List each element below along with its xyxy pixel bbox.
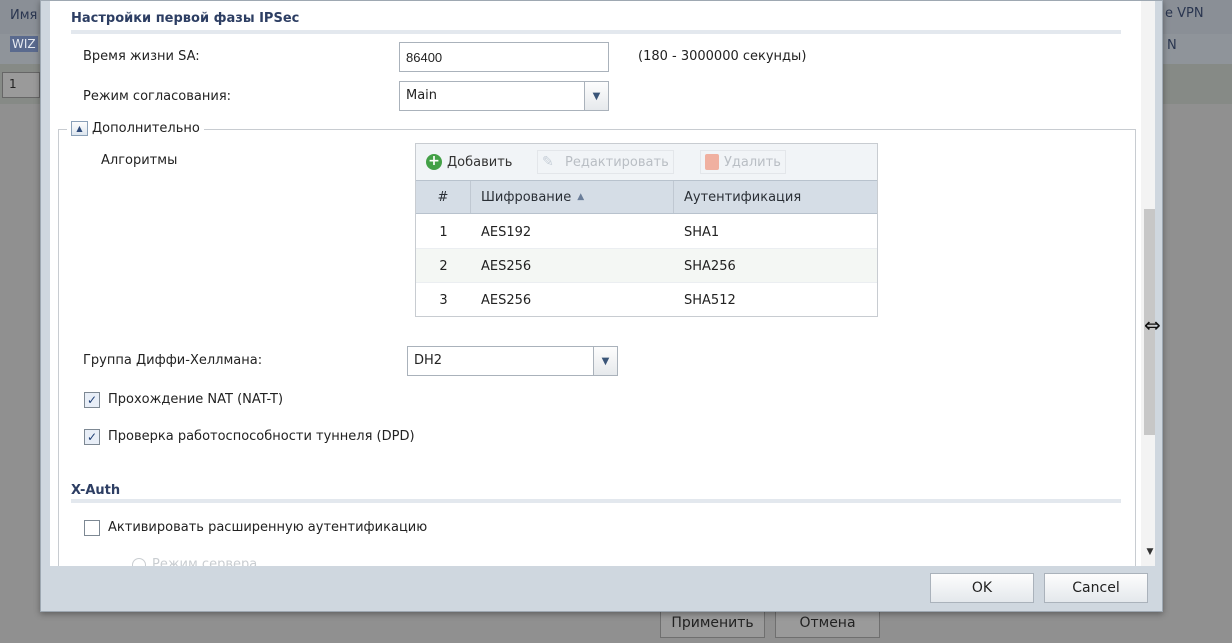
sa-lifetime-input[interactable] [399,42,609,72]
grid-toolbar: + Добавить ✎ Редактировать Удалить [416,144,877,180]
add-icon: + [426,154,442,170]
bg-header-left: Имя [10,8,38,23]
algorithms-label: Алгоритмы [101,153,178,168]
ok-button[interactable]: OK [930,573,1034,603]
bg-row-left: WIZ [10,36,38,52]
grid-header: # Шифрование ▲ Аутентификация [416,180,877,214]
cancel-button[interactable]: Cancel [1044,573,1148,603]
advanced-legend-label: Дополнительно [92,121,200,136]
delete-icon [705,154,719,170]
chevron-down-icon[interactable]: ▼ [584,82,608,110]
delete-label: Удалить [724,154,781,170]
checkmark-icon: ✓ [86,393,98,407]
ipsec-dialog: Настройки первой фазы IPSec Время жизни … [40,0,1163,612]
col-encryption-header[interactable]: Шифрование ▲ [471,181,674,213]
xauth-label: Активировать расширенную аутентификацию [108,520,428,535]
resize-cursor-icon: ⇔ [1144,313,1161,337]
dh-select[interactable]: DH2 ▼ [407,346,618,376]
delete-button[interactable]: Удалить [700,150,786,174]
table-row[interactable]: 2 AES256 SHA256 [416,249,877,283]
scrollbar[interactable]: ▼ [1141,1,1155,566]
dpd-checkbox[interactable]: ✓ [84,429,100,445]
nat-label: Прохождение NAT (NAT-T) [108,392,284,407]
row-num: 3 [439,292,448,308]
scroll-down-icon[interactable]: ▼ [1144,547,1155,557]
col-encryption-label: Шифрование [481,189,572,205]
checkmark-icon: ✓ [86,430,98,444]
algorithms-grid: + Добавить ✎ Редактировать Удалить # Шиф… [415,143,878,317]
dialog-body: Настройки первой фазы IPSec Время жизни … [50,1,1155,566]
add-label: Добавить [447,154,513,170]
section-divider [71,30,1121,34]
chevron-down-icon[interactable]: ▼ [593,347,617,375]
edit-button[interactable]: ✎ Редактировать [537,150,674,174]
section-divider [71,499,1121,503]
col-num-header[interactable]: # [416,181,471,213]
table-row[interactable]: 3 AES256 SHA512 [416,283,877,317]
col-auth-header[interactable]: Аутентификация [674,181,877,213]
negotiation-value: Main [406,88,438,103]
collapse-up-icon[interactable]: ▲ [71,121,88,136]
phase1-title: Настройки первой фазы IPSec [71,11,300,26]
table-row[interactable]: 1 AES192 SHA1 [416,215,877,249]
negotiation-select[interactable]: Main ▼ [399,81,609,111]
nat-checkbox[interactable]: ✓ [84,392,100,408]
advanced-legend[interactable]: ▲ Дополнительно [67,121,204,136]
dpd-label: Проверка работоспособности туннеля (DPD) [108,429,415,444]
edit-icon: ✎ [542,154,554,170]
negotiation-label: Режим согласования: [83,89,232,104]
sa-lifetime-label: Время жизни SA: [83,49,200,64]
dh-value: DH2 [414,353,443,368]
edit-label: Редактировать [565,154,669,170]
row-num: 1 [439,224,448,240]
row-auth: SHA256 [684,258,736,274]
radio-icon [132,557,146,566]
server-mode-radio[interactable]: Режим сервера [132,557,257,566]
sort-asc-icon: ▲ [577,192,585,202]
bg-header-right: e VPN [1165,6,1204,21]
row-auth: SHA512 [684,292,736,308]
row-encryption: AES256 [481,258,532,274]
row-num: 2 [439,258,448,274]
add-button[interactable]: + Добавить [422,150,516,174]
row-encryption: AES192 [481,224,532,240]
dh-label: Группа Диффи-Хеллмана: [83,353,263,368]
cancel-page-button[interactable]: Отмена [775,608,880,638]
apply-button[interactable]: Применить [660,608,765,638]
bg-row-input: 1 [2,72,40,98]
sa-lifetime-hint: (180 - 3000000 секунды) [638,49,807,64]
row-encryption: AES256 [481,292,532,308]
server-mode-label: Режим сервера [152,557,258,566]
row-auth: SHA1 [684,224,720,240]
bg-row-right: N [1167,38,1177,53]
xauth-title: X-Auth [71,483,121,498]
xauth-checkbox[interactable] [84,520,100,536]
